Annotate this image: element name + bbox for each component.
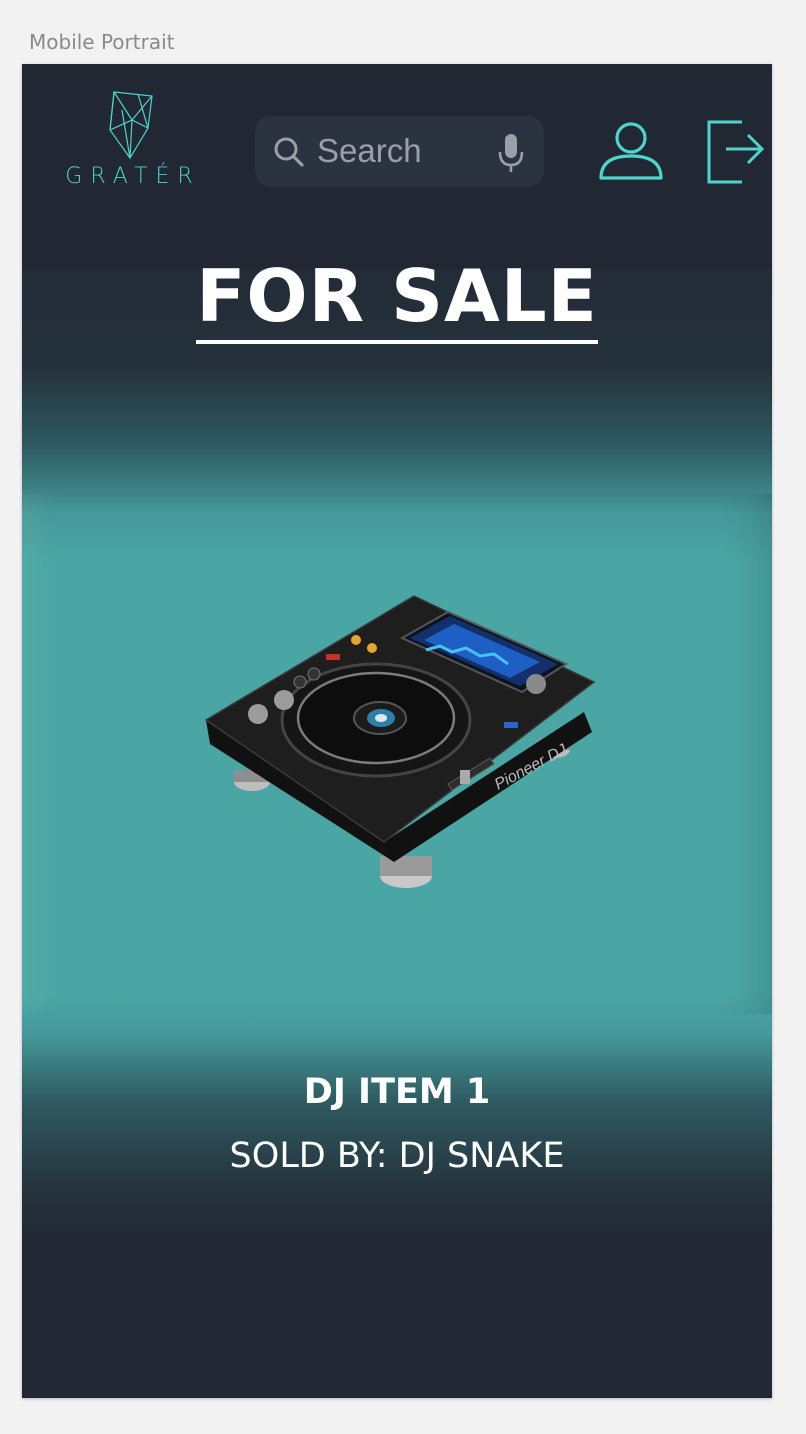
item-seller: SOLD BY: DJ SNAKE bbox=[229, 1136, 565, 1176]
search-input[interactable] bbox=[317, 128, 497, 174]
mic-icon[interactable] bbox=[495, 132, 527, 174]
polygon-gem-icon bbox=[109, 91, 153, 160]
item-name[interactable]: DJ ITEM 1 bbox=[22, 1072, 772, 1112]
mobile-screen: GRATÉR FOR SALE bbox=[22, 64, 772, 1398]
user-icon[interactable] bbox=[598, 120, 664, 182]
dj-player-image[interactable]: Pioneer DJ bbox=[204, 594, 596, 894]
page-title: FOR SALE bbox=[22, 254, 772, 344]
search-bar[interactable] bbox=[255, 116, 544, 187]
brand-name: GRATÉR bbox=[65, 164, 201, 189]
artboard-label: Mobile Portrait bbox=[29, 30, 175, 54]
top-bar: GRATÉR bbox=[22, 64, 772, 264]
page-title-text: FOR SALE bbox=[196, 254, 598, 344]
search-icon bbox=[274, 137, 304, 167]
logout-icon[interactable] bbox=[706, 120, 766, 184]
